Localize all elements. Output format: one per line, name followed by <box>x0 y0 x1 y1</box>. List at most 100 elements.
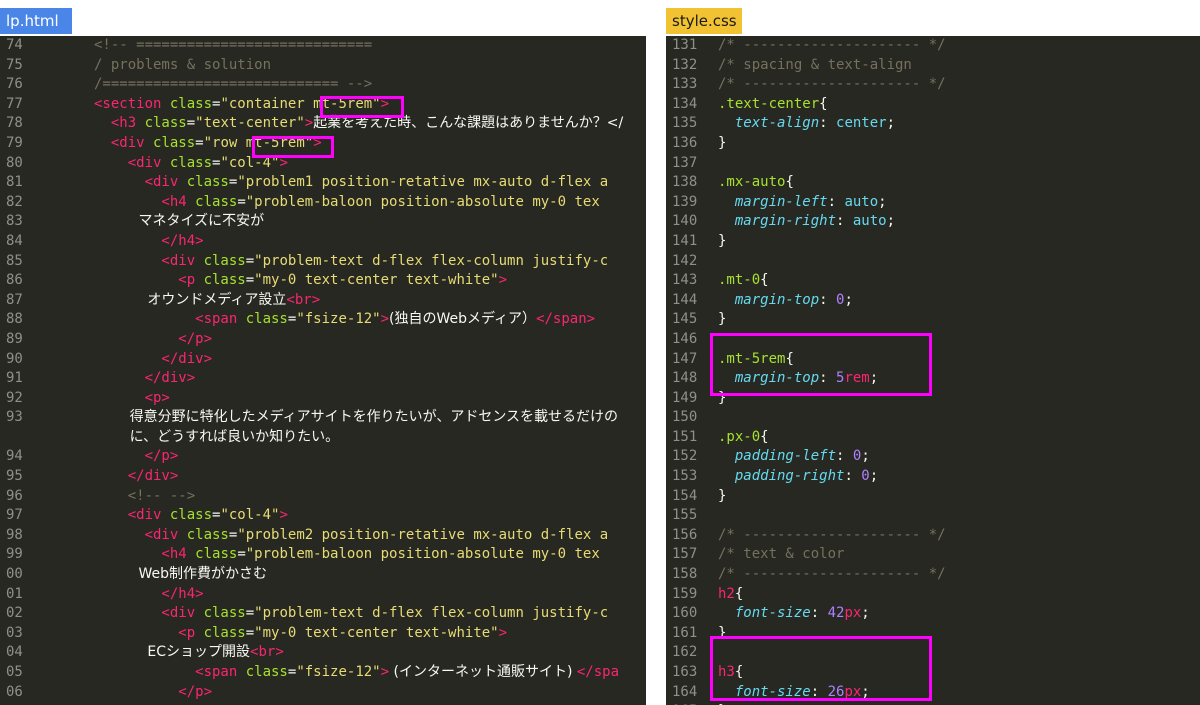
code-line[interactable]: 89 </p> <box>0 330 646 350</box>
line-code: <div class="problem-text d-flex flex-col… <box>94 252 608 272</box>
code-line[interactable]: 159 h2{ <box>666 585 1200 605</box>
code-line[interactable]: 95 </div> <box>0 467 646 487</box>
code-token: </div> <box>94 468 179 485</box>
code-token: > <box>498 272 508 289</box>
line-number: 161 <box>672 624 698 641</box>
code-line[interactable]: 96 <!-- --> <box>0 487 646 507</box>
code-line[interactable]: 137 <box>666 154 1200 174</box>
css-code-editor[interactable]: 131 /* --------------------- */ 132 /* spac… <box>666 36 1200 705</box>
code-line[interactable]: 87 オウンドメディア設立<br> <box>0 291 646 311</box>
code-token: <p> <box>94 389 170 406</box>
line-code: </p> <box>94 447 179 467</box>
code-token: "text-center" <box>195 115 305 132</box>
code-line[interactable]: 140 margin-right: auto; <box>666 212 1200 232</box>
code-token: "fsize-12" <box>296 311 381 328</box>
code-token: ; <box>878 193 887 210</box>
line-number: 147 <box>672 350 698 367</box>
code-token: px <box>844 605 862 622</box>
code-token: > <box>304 115 314 132</box>
tab-lp-html[interactable]: lp.html <box>0 8 72 34</box>
code-line[interactable]: 75 / problems & solution <box>0 56 646 76</box>
code-line[interactable]: 136} <box>666 134 1200 154</box>
code-line[interactable]: 131 /* --------------------- */ <box>666 36 1200 56</box>
code-token: "problem-baloon position-absolute my-0 t… <box>245 193 600 210</box>
code-line[interactable]: 03 <p class="my-0 text-center text-white… <box>0 624 646 644</box>
code-line[interactable]: 98 <div class="problem2 position-retativ… <box>0 526 646 546</box>
line-code: margin-right: auto; <box>718 212 895 232</box>
code-line[interactable]: 05 <span class="fsize-12"> (インターネット通販サイト… <box>0 663 646 683</box>
code-line[interactable]: 82 <h4 class="problem-baloon position-ab… <box>0 193 646 213</box>
code-line[interactable]: 153 padding-right: 0; <box>666 467 1200 487</box>
code-line[interactable]: 99 <h4 class="problem-baloon position-ab… <box>0 545 646 565</box>
code-token: / problems & solution <box>94 56 272 73</box>
code-line[interactable]: 157 /* text & color <box>666 545 1200 565</box>
code-line[interactable]: 133 /* --------------------- */ <box>666 75 1200 95</box>
code-token: <div <box>94 134 154 151</box>
line-number: 88 <box>6 311 23 328</box>
code-line[interactable]: 04 ECショップ開設<br> <box>0 643 646 663</box>
code-line[interactable]: 00 Web制作費がかさむ <box>0 565 646 585</box>
code-line[interactable]: 74 <!-- ============================ <box>0 36 646 56</box>
line-code: </div> <box>94 467 179 487</box>
code-line[interactable]: 155 <box>666 506 1200 526</box>
code-line[interactable]: 152 padding-left: 0; <box>666 447 1200 467</box>
tab-style-css[interactable]: style.css <box>666 8 742 34</box>
code-line[interactable]: 81 <div class="problem1 position-retativ… <box>0 173 646 193</box>
code-token: : <box>836 448 853 465</box>
code-line[interactable]: 141} <box>666 232 1200 252</box>
code-token: <br> <box>250 644 284 661</box>
html-code-editor[interactable]: 74 <!-- ============================ 75 / p… <box>0 36 646 705</box>
code-line[interactable]: 88 <span class="fsize-12">(独自のWebメディア）</… <box>0 310 646 330</box>
code-token: <div <box>94 174 187 191</box>
code-line[interactable]: 02 <div class="problem-text d-flex flex-… <box>0 604 646 624</box>
code-line[interactable]: 01 </h4> <box>0 585 646 605</box>
code-token: <span <box>94 664 246 680</box>
line-code: /* --------------------- */ <box>718 75 946 95</box>
code-line[interactable]: 91 </div> <box>0 369 646 389</box>
code-token: class <box>195 193 238 210</box>
code-line[interactable]: 156 /* --------------------- */ <box>666 526 1200 546</box>
code-line[interactable]: 92 <p> <box>0 389 646 409</box>
code-token: = <box>245 605 255 622</box>
code-line[interactable]: 85 <div class="problem-text d-flex flex-… <box>0 252 646 272</box>
highlight-section-mt-5rem <box>320 96 404 118</box>
code-line[interactable]: 94 </p> <box>0 447 646 467</box>
code-line[interactable]: 93 得意分野に特化したメディアサイトを作りたいが、アドセンスを載せるだけの に… <box>0 408 646 447</box>
code-line[interactable]: 76 /============================ --> <box>0 75 646 95</box>
code-line[interactable]: 150 <box>666 408 1200 428</box>
line-number: 136 <box>672 134 698 151</box>
line-number: 151 <box>672 428 698 445</box>
code-token: <span <box>94 311 246 328</box>
code-token: class <box>203 605 246 622</box>
line-number: 145 <box>672 311 698 328</box>
code-line[interactable]: 158 /* --------------------- */ <box>666 565 1200 585</box>
line-code: margin-top: 0; <box>718 291 853 311</box>
code-line[interactable]: 144 margin-top: 0; <box>666 291 1200 311</box>
code-line[interactable]: 160 font-size: 42px; <box>666 604 1200 624</box>
code-line[interactable]: 154} <box>666 487 1200 507</box>
code-token: ECショップ開設 <box>94 644 251 661</box>
code-line[interactable]: 145} <box>666 310 1200 330</box>
code-line[interactable]: 139 margin-left: auto; <box>666 193 1200 213</box>
code-line[interactable]: 86 <p class="my-0 text-center text-white… <box>0 271 646 291</box>
code-line[interactable]: 142 <box>666 252 1200 272</box>
code-line[interactable]: 90 </div> <box>0 350 646 370</box>
code-line[interactable]: 135 text-align: center; <box>666 114 1200 134</box>
code-line[interactable]: 84 </h4> <box>0 232 646 252</box>
line-code: <!-- --> <box>94 487 195 507</box>
code-line[interactable]: 132 /* spacing & text-align <box>666 56 1200 76</box>
code-line[interactable]: 143 .mt-0{ <box>666 271 1200 291</box>
code-line[interactable]: 134 .text-center{ <box>666 95 1200 115</box>
line-number: 150 <box>672 409 698 426</box>
code-line[interactable]: 151 .px-0{ <box>666 428 1200 448</box>
line-code: <p> <box>94 389 170 409</box>
line-number: 96 <box>6 487 23 504</box>
line-code: } <box>718 134 726 154</box>
code-token: <div <box>94 526 187 543</box>
code-line[interactable]: 97 <div class="col-4"> <box>0 506 646 526</box>
code-line[interactable]: 06 </p> <box>0 683 646 703</box>
code-line[interactable]: 83 マネタイズに不安が <box>0 212 646 232</box>
code-line[interactable]: 138 .mx-auto{ <box>666 173 1200 193</box>
line-code: /* text & color <box>718 545 844 565</box>
code-token: class <box>153 134 196 151</box>
